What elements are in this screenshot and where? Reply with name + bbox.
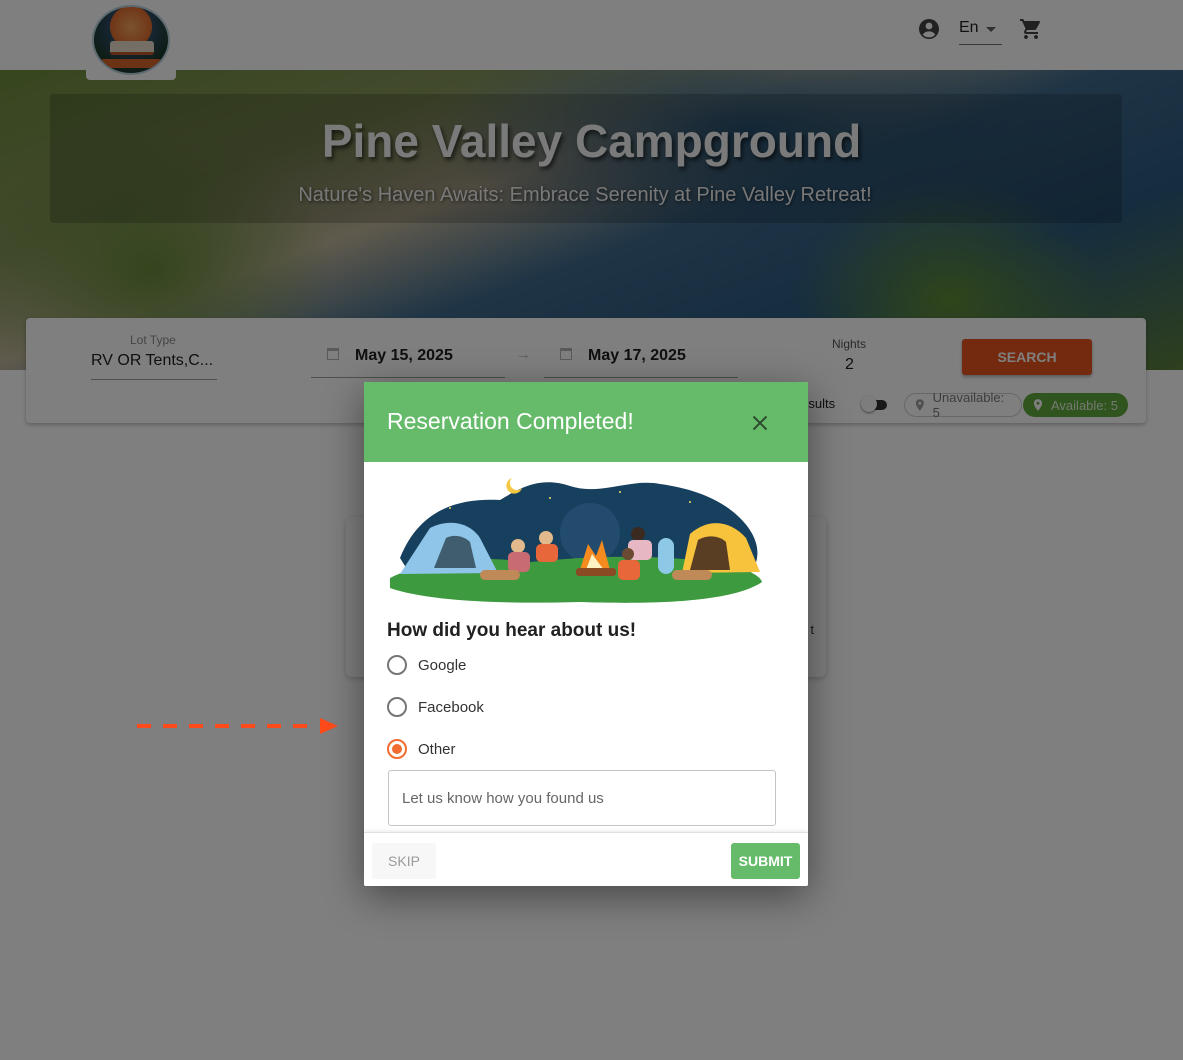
campfire-illustration [390, 478, 762, 603]
radio-option-google[interactable]: Google [387, 653, 466, 677]
radio-button[interactable] [387, 697, 407, 717]
close-icon[interactable] [748, 411, 772, 435]
radio-label: Facebook [418, 698, 484, 716]
survey-question: How did you hear about us! [387, 620, 637, 641]
submit-button[interactable]: SUBMIT [731, 843, 800, 879]
dialog-header: Reservation Completed! [364, 382, 808, 462]
skip-button[interactable]: SKIP [372, 843, 436, 879]
annotation-arrow-icon [137, 718, 338, 734]
reservation-completed-dialog: Reservation Completed! How did you hear … [364, 382, 808, 886]
radio-option-other[interactable]: Other [387, 737, 456, 761]
how-found-us-input[interactable] [388, 770, 776, 826]
dialog-title: Reservation Completed! [387, 408, 634, 434]
radio-button[interactable] [387, 655, 407, 675]
radio-button-selected[interactable] [387, 739, 407, 759]
radio-label: Other [418, 740, 456, 758]
radio-option-facebook[interactable]: Facebook [387, 695, 484, 719]
dialog-footer: SKIP SUBMIT [364, 832, 808, 886]
radio-label: Google [418, 656, 467, 674]
